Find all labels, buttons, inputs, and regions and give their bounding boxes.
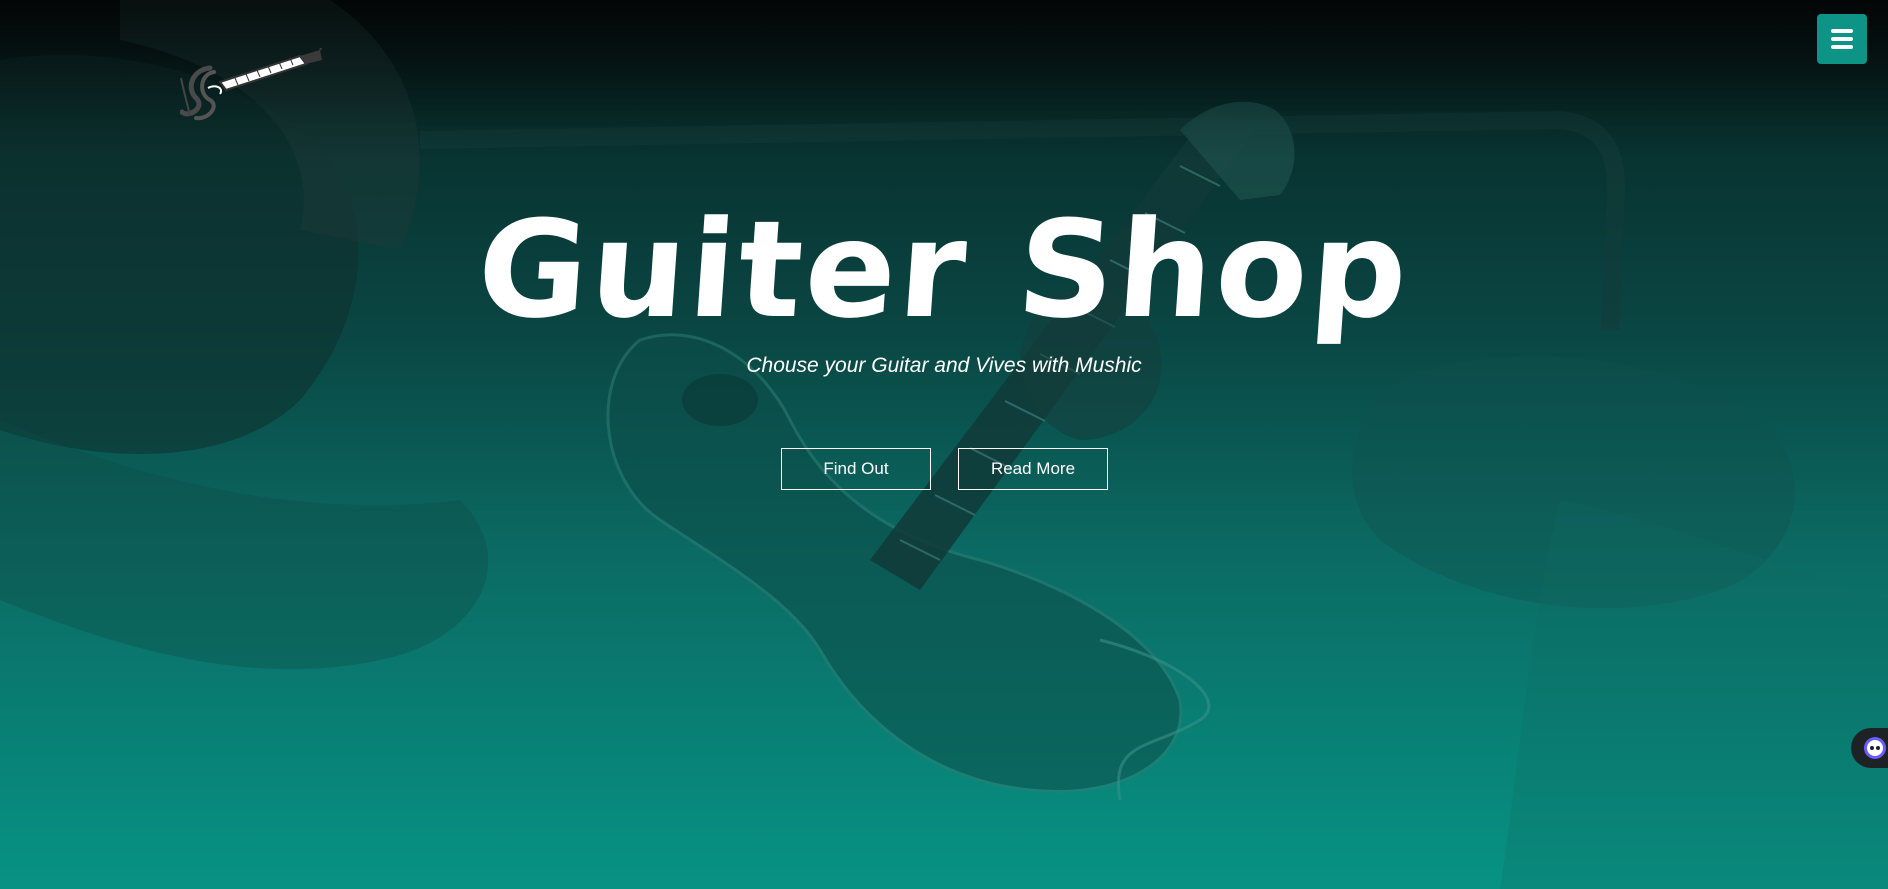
guitar-logo-icon[interactable] — [180, 48, 330, 123]
hero-subtitle: Chouse your Guitar and Vives with Mushic — [746, 354, 1142, 377]
find-out-button[interactable]: Find Out — [781, 448, 931, 490]
chat-assistant-widget[interactable] — [1851, 728, 1888, 768]
guitar-background-image — [0, 0, 1888, 889]
read-more-button[interactable]: Read More — [958, 448, 1108, 490]
menu-button[interactable] — [1817, 14, 1867, 64]
page-title: Guiter Shop — [472, 192, 1416, 348]
hero-section: Guiter Shop Chouse your Guitar and Vives… — [0, 0, 1888, 889]
hamburger-menu-icon — [1831, 29, 1853, 49]
chat-assistant-icon — [1864, 737, 1886, 759]
